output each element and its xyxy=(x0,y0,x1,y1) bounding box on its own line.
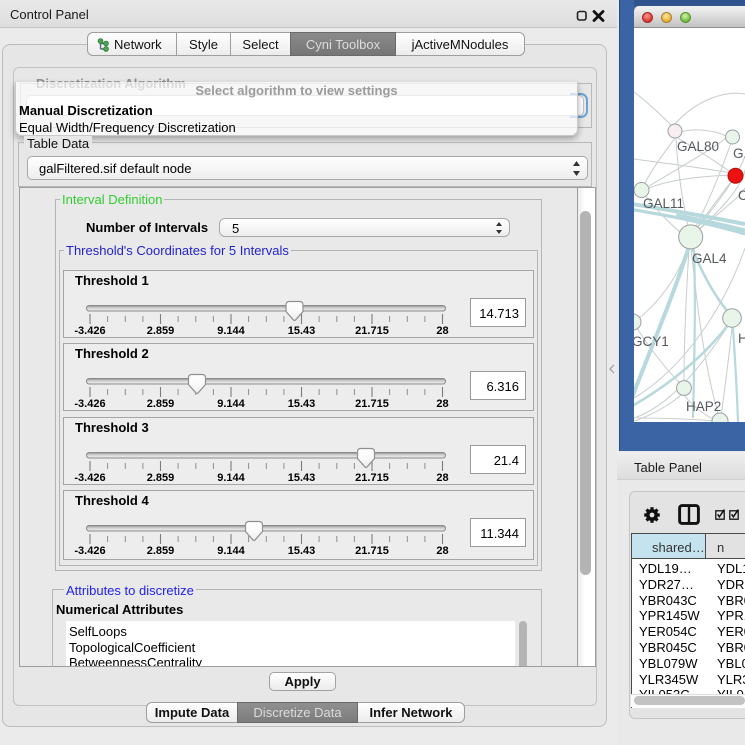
svg-text:HAP2: HAP2 xyxy=(686,399,721,414)
svg-text:GAL11: GAL11 xyxy=(643,196,684,211)
svg-text:GAL4: GAL4 xyxy=(692,251,727,266)
svg-text:GAL80: GAL80 xyxy=(677,139,719,154)
svg-text:H: H xyxy=(738,331,745,346)
svg-text:G.: G. xyxy=(733,146,745,161)
svg-text:GCY1: GCY1 xyxy=(634,334,669,349)
svg-text:C: C xyxy=(738,188,745,203)
